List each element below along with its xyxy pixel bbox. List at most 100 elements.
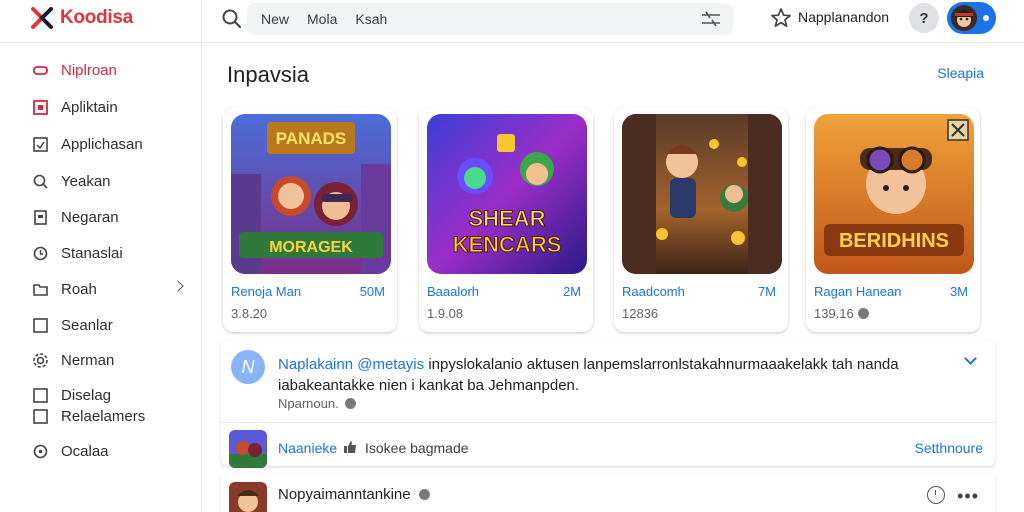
post-author[interactable]: Naplakainn: [278, 356, 353, 373]
sidebar-item-label: Ocalaa: [61, 442, 109, 460]
app-meta: 12836: [622, 306, 658, 321]
app-size: 2M: [562, 284, 581, 299]
app-card[interactable]: BERIDHINS Ragan Hanean 3M 139.16: [806, 108, 980, 332]
linked-app-thumbnail[interactable]: [229, 430, 267, 468]
divider: [221, 422, 995, 423]
sidebar-item-label: Stanaslai: [61, 244, 123, 262]
sidebar-item-folder[interactable]: Roah: [0, 273, 200, 305]
clock-icon[interactable]: [927, 486, 945, 504]
app-art-title: PANADS: [276, 129, 347, 148]
settings-icon: [32, 352, 49, 369]
sidebar-item-label: Applichasan: [61, 135, 143, 153]
app-thumbnail: PANADS MORAGEK: [231, 114, 391, 274]
checkbox-icon: [32, 408, 49, 425]
sidebar-item-application[interactable]: Applichasan: [0, 128, 200, 160]
app-version: 1.9.08: [427, 306, 464, 321]
app-version: 139.16: [814, 306, 854, 321]
app-thumbnail: SHEAR KENCARS: [427, 114, 587, 274]
brand-name: Koodisa: [60, 7, 133, 28]
post-handle[interactable]: @metayis: [357, 356, 424, 373]
sidebar-item-settings[interactable]: Nerman: [0, 344, 200, 376]
list-item-title: Nopyaimanntankine: [278, 486, 430, 503]
app-name[interactable]: Ragan Hanean: [814, 284, 901, 299]
brand-logo[interactable]: Koodisa: [30, 6, 133, 30]
sidebar-divider: [0, 42, 202, 43]
application-icon: [32, 136, 49, 153]
sidebar-item-label: Apliktain: [61, 98, 118, 116]
post-body: Naplakainn @metayis inpyslokalanio aktus…: [278, 354, 938, 396]
like-text: Isokee bagmade: [365, 440, 469, 456]
status-dot: [983, 15, 989, 21]
list-item[interactable]: Nopyaimanntankine •••: [221, 474, 995, 512]
info-dot-icon: [418, 489, 430, 500]
app-thumbnail: BERIDHINS: [814, 114, 974, 274]
help-icon: ?: [919, 9, 929, 27]
sidebar-item-info[interactable]: Ocalaa: [0, 435, 200, 467]
app-name[interactable]: Baaalorh: [427, 284, 479, 299]
help-button[interactable]: ?: [909, 3, 939, 33]
see-more-link[interactable]: Setthnoure: [915, 440, 984, 456]
post-subtext-label: Nparnoun.: [278, 396, 339, 411]
filter-icon[interactable]: [701, 10, 721, 28]
sidebar-item-apps[interactable]: Apliktain: [0, 91, 200, 123]
info-icon: [32, 443, 49, 460]
app-meta: 1.9.08: [427, 306, 463, 321]
more-options-icon[interactable]: •••: [957, 486, 979, 507]
page-title: Inpavsia: [227, 62, 309, 87]
app-card[interactable]: Raadcomh 7M 12836: [614, 108, 788, 332]
sidebar-item-label: Relaelamers: [61, 407, 146, 425]
sidebar: Koodisa Niplroan Apliktain Applichasan Y…: [0, 0, 202, 512]
search-icon[interactable]: [221, 8, 243, 30]
post-card: N Naplakainn @metayis inpyslokalanio akt…: [221, 340, 995, 468]
search-term: Mola: [307, 11, 338, 27]
app-version: 3.8.20: [231, 306, 268, 321]
search-term: Ksah: [355, 11, 388, 27]
square-icon: [32, 317, 49, 334]
apps-icon: [32, 99, 49, 116]
main-content: Inpavsia Sleapia PANADS MORAGEK Renoja M…: [203, 44, 1024, 512]
sidebar-item-label: Seanlar: [61, 316, 113, 334]
app-art-title: SHEAR: [468, 206, 545, 231]
app-name[interactable]: Renoja Man: [231, 284, 301, 299]
chevron-down-icon[interactable]: [964, 352, 977, 365]
clock-icon: [32, 245, 49, 262]
sidebar-item-search[interactable]: Yeakan: [0, 165, 200, 197]
document-icon: [32, 209, 49, 226]
app-art-subtitle: KENCARS: [453, 232, 562, 257]
sidebar-item-label: Roah: [61, 280, 97, 298]
post-author-avatar[interactable]: N: [231, 350, 265, 384]
app-card[interactable]: SHEAR KENCARS Baaalorh 2M 1.9.08: [419, 108, 593, 332]
app-card[interactable]: PANADS MORAGEK Renoja Man 50M 3.8.20: [223, 108, 397, 332]
profile-button[interactable]: [947, 2, 996, 34]
topbar: New Mola Ksah Napplanandon ?: [203, 0, 1024, 43]
star-icon[interactable]: [770, 7, 792, 29]
thumbs-up-icon[interactable]: [343, 440, 357, 454]
sidebar-item-label: Niplroan: [61, 61, 117, 79]
sidebar-item-history[interactable]: Stanaslai: [0, 237, 200, 269]
chevron-right-icon[interactable]: [172, 280, 184, 292]
app-art-title: BERIDHINS: [839, 230, 949, 252]
list-item-title-text: Nopyaimanntankine: [278, 486, 411, 503]
app-size: 3M: [949, 284, 968, 299]
sidebar-item-document[interactable]: Negaran: [0, 201, 200, 233]
app-size: 50M: [359, 284, 385, 299]
post-subtext: Nparnoun.: [278, 396, 356, 411]
sidebar-item-releases[interactable]: Relaelamers: [0, 400, 200, 432]
account-name[interactable]: Napplanandon: [798, 9, 889, 25]
folder-icon: [32, 281, 49, 298]
app-name[interactable]: Raadcomh: [622, 284, 685, 299]
info-dot-icon: [344, 398, 356, 409]
app-meta: 139.16: [814, 306, 869, 321]
avatar: [951, 5, 977, 31]
sidebar-item-home[interactable]: Niplroan: [0, 54, 200, 86]
search-input[interactable]: New Mola Ksah: [247, 3, 733, 35]
logo-icon: [30, 6, 54, 30]
app-art-subtitle: MORAGEK: [269, 239, 353, 256]
app-meta: 3.8.20: [231, 306, 267, 321]
see-all-link[interactable]: Sleapia: [937, 65, 984, 81]
info-dot-icon: [857, 308, 869, 319]
sidebar-item-square[interactable]: Seanlar: [0, 309, 200, 341]
sidebar-item-label: Nerman: [61, 351, 115, 369]
sidebar-item-label: Negaran: [61, 208, 119, 226]
linked-app-name[interactable]: Naanieke: [278, 440, 337, 456]
